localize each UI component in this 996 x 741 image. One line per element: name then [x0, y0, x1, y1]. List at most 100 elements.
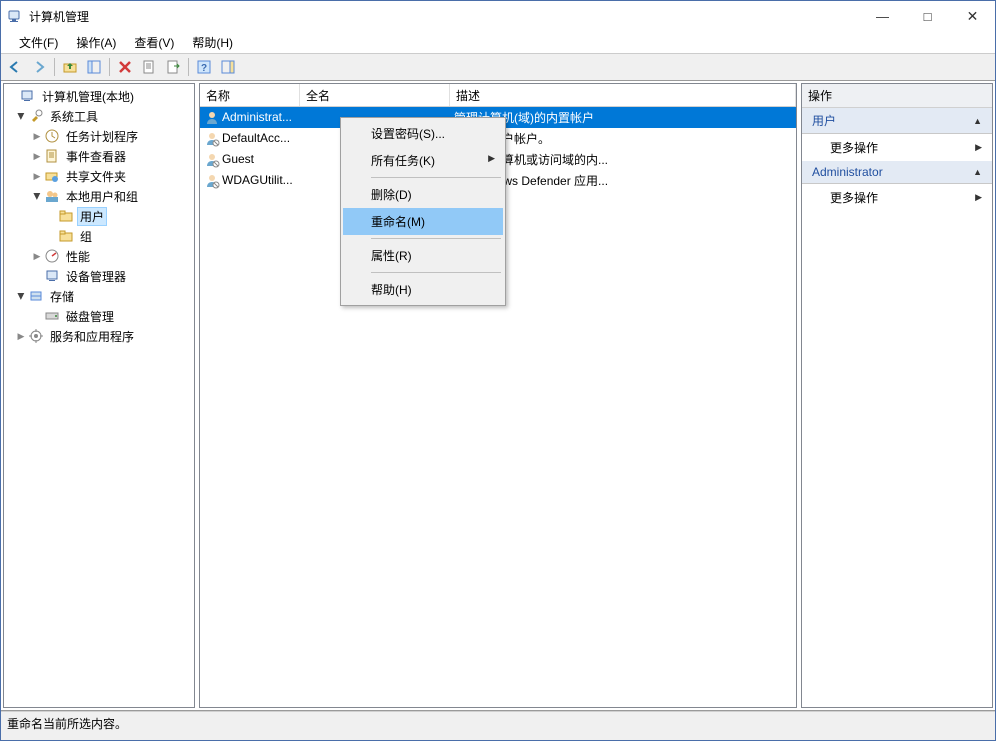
toolbar: ?	[1, 53, 995, 81]
column-name[interactable]: 名称	[200, 84, 300, 106]
menu-file[interactable]: 文件(F)	[11, 32, 66, 53]
menu-set-password[interactable]: 设置密码(S)...	[343, 120, 503, 147]
tree-local-users-groups[interactable]: ▶ 本地用户和组	[4, 186, 194, 206]
action-pane-toggle-button[interactable]	[216, 56, 240, 78]
minimize-button[interactable]: —	[860, 1, 905, 31]
tree-users[interactable]: 用户	[4, 206, 194, 226]
menu-delete[interactable]: 删除(D)	[343, 181, 503, 208]
action-section-admin-label: Administrator	[812, 165, 883, 179]
menu-action[interactable]: 操作(A)	[68, 32, 124, 53]
share-icon	[44, 168, 60, 184]
statusbar: 重命名当前所选内容。	[1, 711, 995, 740]
tree: ▶ 计算机管理(本地) ▶ 系统工具 ▶	[4, 84, 194, 707]
forward-button[interactable]	[27, 56, 51, 78]
submenu-arrow-icon: ▶	[975, 192, 982, 203]
tree-root[interactable]: ▶ 计算机管理(本地)	[4, 86, 194, 106]
maximize-button[interactable]: □	[905, 1, 950, 31]
toolbar-separator	[188, 58, 189, 76]
performance-icon	[44, 248, 60, 264]
expander-icon[interactable]: ▶	[30, 131, 44, 142]
expander-icon[interactable]: ▶	[16, 289, 27, 303]
context-menu: 设置密码(S)... 所有任务(K) ▶ 删除(D) 重命名(M) 属性(R) …	[340, 117, 506, 306]
collapse-icon: ▲	[973, 116, 982, 126]
tree-label: 共享文件夹	[63, 167, 129, 186]
show-hide-tree-button[interactable]	[82, 56, 106, 78]
list-header: 名称 全名 描述	[200, 84, 796, 107]
computer-icon	[20, 88, 36, 104]
user-icon	[204, 152, 220, 168]
expander-icon[interactable]: ▶	[30, 171, 44, 182]
user-icon	[204, 173, 220, 189]
menu-view[interactable]: 查看(V)	[126, 32, 182, 53]
close-button[interactable]: ✕	[950, 1, 995, 31]
cell-name: Guest	[200, 152, 300, 168]
refresh-button[interactable]	[137, 56, 161, 78]
menu-separator	[371, 238, 501, 239]
tree-services-apps[interactable]: ▶ 服务和应用程序	[4, 326, 194, 346]
window-title: 计算机管理	[29, 8, 860, 25]
column-description[interactable]: 描述	[450, 84, 796, 106]
menu-all-tasks[interactable]: 所有任务(K) ▶	[343, 147, 503, 174]
tree-label: 服务和应用程序	[47, 327, 137, 346]
tree-event-viewer[interactable]: ▶ 事件查看器	[4, 146, 194, 166]
folder-icon	[58, 208, 74, 224]
expander-icon: ▶	[6, 91, 20, 102]
action-section-users[interactable]: 用户 ▲	[802, 108, 992, 134]
list-pane: 名称 全名 描述 Administrat... 管理计算机(域)的内置帐户	[199, 83, 797, 708]
up-level-button[interactable]	[58, 56, 82, 78]
menu-properties[interactable]: 属性(R)	[343, 242, 503, 269]
export-list-button[interactable]	[161, 56, 185, 78]
column-fullname[interactable]: 全名	[300, 84, 450, 106]
tree-label: 本地用户和组	[63, 187, 141, 206]
event-icon	[44, 148, 60, 164]
expander-icon[interactable]: ▶	[30, 151, 44, 162]
storage-icon	[28, 288, 44, 304]
tree-label: 存储	[47, 287, 77, 306]
clock-icon	[44, 128, 60, 144]
action-pane-title: 操作	[802, 84, 992, 108]
menu-help[interactable]: 帮助(H)	[184, 32, 241, 53]
help-button[interactable]: ?	[192, 56, 216, 78]
cell-name-text: Guest	[222, 152, 254, 166]
menu-separator	[371, 272, 501, 273]
delete-button[interactable]	[113, 56, 137, 78]
cell-name-text: WDAGUtilit...	[222, 173, 293, 187]
action-more-ops-label: 更多操作	[830, 139, 878, 156]
folder-icon	[58, 228, 74, 244]
disk-icon	[44, 308, 60, 324]
action-section-users-label: 用户	[812, 112, 836, 129]
tree-task-scheduler[interactable]: ▶ 任务计划程序	[4, 126, 194, 146]
status-text: 重命名当前所选内容。	[7, 717, 127, 731]
action-section-administrator[interactable]: Administrator ▲	[802, 161, 992, 184]
expander-icon[interactable]: ▶	[32, 189, 43, 203]
cell-name-text: Administrat...	[222, 110, 292, 124]
tree-label: 用户	[77, 207, 107, 226]
action-more-ops-users[interactable]: 更多操作 ▶	[802, 134, 992, 161]
action-more-ops-admin[interactable]: 更多操作 ▶	[802, 184, 992, 211]
menu-help[interactable]: 帮助(H)	[343, 276, 503, 303]
tree-label: 系统工具	[47, 107, 101, 126]
tree-system-tools[interactable]: ▶ 系统工具	[4, 106, 194, 126]
tree-groups[interactable]: 组	[4, 226, 194, 246]
tree-storage[interactable]: ▶ 存储	[4, 286, 194, 306]
action-pane: 操作 用户 ▲ 更多操作 ▶ Administrator ▲ 更多操作 ▶	[801, 83, 993, 708]
expander-icon[interactable]: ▶	[16, 109, 27, 123]
tree-pane: ▶ 计算机管理(本地) ▶ 系统工具 ▶	[3, 83, 195, 708]
tree-performance[interactable]: ▶ 性能	[4, 246, 194, 266]
tree-disk-management[interactable]: 磁盘管理	[4, 306, 194, 326]
back-button[interactable]	[3, 56, 27, 78]
menubar: 文件(F) 操作(A) 查看(V) 帮助(H)	[1, 31, 995, 53]
tree-label: 计算机管理(本地)	[39, 87, 137, 106]
menu-rename[interactable]: 重命名(M)	[343, 208, 503, 235]
tree-label: 性能	[63, 247, 93, 266]
toolbar-separator	[54, 58, 55, 76]
menu-all-tasks-label: 所有任务(K)	[371, 154, 435, 168]
tree-shared-folders[interactable]: ▶ 共享文件夹	[4, 166, 194, 186]
tree-label: 组	[77, 227, 95, 246]
expander-icon[interactable]: ▶	[14, 331, 28, 342]
users-icon	[44, 188, 60, 204]
user-icon	[204, 110, 220, 126]
cell-name: Administrat...	[200, 110, 300, 126]
tree-device-manager[interactable]: 设备管理器	[4, 266, 194, 286]
expander-icon[interactable]: ▶	[30, 251, 44, 262]
